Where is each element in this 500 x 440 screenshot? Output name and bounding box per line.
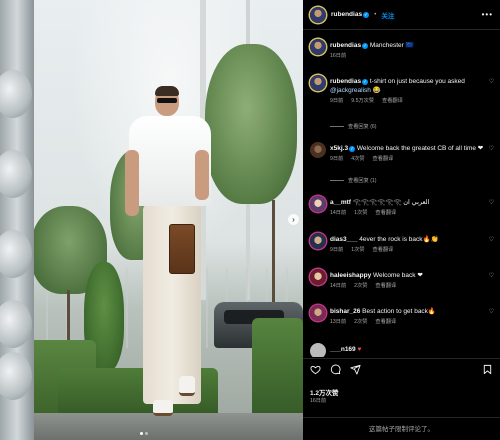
timestamp: 16日前: [330, 53, 347, 59]
person: [125, 86, 215, 426]
comment-text: 4ever the rock is back🔥👏: [359, 236, 439, 243]
comment-text: Welcome back the greatest CB of all time…: [356, 145, 484, 152]
view-replies-button[interactable]: 查看回复 (6): [330, 123, 377, 130]
heart-icon[interactable]: ♡: [489, 199, 494, 206]
verified-icon: ✓: [362, 43, 369, 49]
username[interactable]: haleeishappy: [330, 272, 371, 279]
like-count[interactable]: 9.5万次赞: [351, 97, 374, 106]
handbag: [169, 224, 195, 274]
post-actions: 1.2万次赞 16日前: [303, 358, 500, 408]
carousel-dots: [140, 432, 148, 435]
verified-icon: ✓: [362, 79, 369, 85]
header-username[interactable]: rubendias ✓: [331, 11, 370, 18]
like-count[interactable]: 2次赞: [354, 318, 367, 327]
avatar[interactable]: [310, 142, 326, 158]
like-count[interactable]: 2次赞: [354, 282, 367, 291]
likes-count[interactable]: 1.2万次赞: [310, 387, 339, 397]
username[interactable]: ___n169: [330, 346, 356, 353]
translate-link[interactable]: 查看翻译: [373, 246, 394, 255]
comment-icon[interactable]: [330, 364, 341, 375]
translate-link[interactable]: 查看翻译: [373, 155, 394, 164]
avatar[interactable]: [310, 6, 326, 23]
separator: •: [374, 11, 377, 18]
like-count[interactable]: 1次赞: [351, 246, 364, 255]
timestamp: 9日前: [330, 98, 344, 104]
caption-text: Manchester 🇪🇺: [369, 42, 414, 49]
heart-icon[interactable]: ♡: [489, 78, 494, 85]
share-icon[interactable]: [350, 364, 361, 375]
comments-limited-notice: 这篇帖子限制评论了。: [303, 417, 500, 440]
post-side-panel: rubendias ✓ • 关注 ••• rubendias ✓ Mancheste…: [303, 0, 500, 440]
save-icon[interactable]: [482, 364, 493, 375]
comment-text: Best action to get back🔥: [362, 308, 437, 315]
avatar[interactable]: [310, 269, 326, 285]
post-timestamp: 16日前: [310, 398, 327, 404]
carousel-dot: [145, 432, 148, 435]
avatar[interactable]: [310, 305, 326, 321]
view-replies-label: 查看回复 (1): [348, 178, 377, 184]
username[interactable]: rubendias: [331, 11, 362, 18]
timestamp: 9日前: [330, 247, 344, 253]
username[interactable]: a__mtf: [330, 199, 351, 206]
comment-text: ♥: [357, 346, 362, 353]
more-icon[interactable]: •••: [482, 10, 493, 19]
avatar[interactable]: [310, 196, 326, 212]
verified-icon: ✓: [363, 12, 370, 18]
view-replies-label: 查看回复 (6): [348, 124, 377, 130]
heart-icon[interactable]: ♡: [489, 308, 494, 315]
mention-link[interactable]: @jackgrealish: [330, 87, 371, 94]
timestamp: 13日前: [330, 319, 347, 325]
comment-text: Welcome back ❤: [373, 272, 423, 279]
view-replies-button[interactable]: 查看回复 (1): [330, 177, 377, 184]
translate-link[interactable]: 查看翻译: [375, 318, 396, 327]
next-arrow-icon[interactable]: ›: [288, 214, 299, 225]
emoji: 😂: [372, 87, 381, 94]
username[interactable]: bishar_26: [330, 308, 360, 315]
avatar[interactable]: [310, 343, 326, 357]
carousel-dot: [140, 432, 143, 435]
username[interactable]: dias3___: [330, 236, 357, 243]
heart-icon[interactable]: [310, 364, 321, 375]
username[interactable]: x5kj.3: [330, 145, 348, 152]
building-facade: [0, 0, 34, 440]
avatar[interactable]: [310, 233, 326, 249]
timestamp: 14日前: [330, 210, 347, 216]
avatar[interactable]: [310, 39, 326, 55]
comment-text: 𓂀𓂀𓂀𓂀𓂀𓂀 العربي ان: [352, 199, 430, 206]
comments-list[interactable]: rubendias ✓ Manchester 🇪🇺 16日前 rubendias ✓…: [303, 31, 500, 357]
heart-icon[interactable]: ♡: [489, 272, 494, 279]
heart-icon[interactable]: ♡: [489, 145, 494, 152]
translate-link[interactable]: 查看翻译: [382, 97, 403, 106]
heart-icon[interactable]: ♡: [489, 236, 494, 243]
translate-link[interactable]: 查看翻译: [375, 282, 396, 291]
post-photo[interactable]: ›: [0, 0, 303, 440]
timestamp: 9日前: [330, 156, 344, 162]
follow-button[interactable]: 关注: [381, 10, 394, 20]
verified-icon: ✓: [349, 146, 356, 152]
comment-text: t-shirt on just because you asked: [369, 78, 465, 85]
username[interactable]: rubendias: [330, 78, 361, 85]
timestamp: 14日前: [330, 283, 347, 289]
like-count[interactable]: 1次赞: [354, 209, 367, 218]
hedge: [252, 318, 303, 418]
avatar[interactable]: [310, 75, 326, 91]
post-header: rubendias ✓ • 关注 •••: [303, 0, 500, 30]
translate-link[interactable]: 查看翻译: [375, 209, 396, 218]
tree: [205, 44, 297, 204]
username[interactable]: rubendias: [330, 42, 361, 49]
like-count[interactable]: 4次赞: [351, 155, 364, 164]
